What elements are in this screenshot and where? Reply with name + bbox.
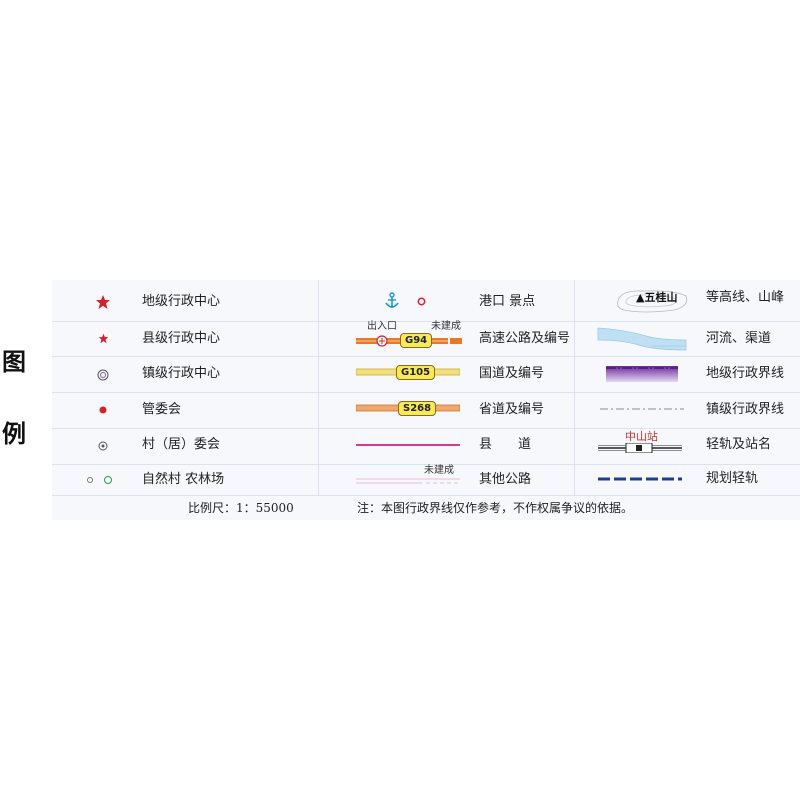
route-badge-g94: G94 — [400, 333, 433, 348]
disclaimer-note: 注：本图行政界线仅作参考，不作权属争议的依据。 — [357, 501, 634, 515]
legend-label: 其他公路 — [479, 472, 532, 487]
river-symbol — [597, 327, 687, 351]
legend-label: 自然村 农林场 — [142, 472, 225, 487]
legend-label: 等高线、山峰 — [706, 290, 785, 305]
legend-label: 河流、渠道 — [706, 331, 772, 346]
route-badge-s268: S268 — [398, 401, 437, 416]
legend-label: 县 道 — [479, 437, 532, 452]
planned-light-rail-symbol — [598, 477, 682, 481]
interchange-note: 出入口 — [367, 321, 397, 332]
legend-label: 国道及编号 — [479, 366, 545, 381]
legend-label: 地级行政界线 — [706, 366, 785, 381]
star-large-icon — [96, 295, 110, 309]
legend-title: 图 例 — [0, 280, 52, 520]
row-divider — [52, 321, 800, 322]
legend-label: 规划轻轨 — [706, 471, 759, 486]
peak-label: ▲五桂山 — [636, 291, 678, 304]
star-small-icon — [98, 333, 109, 344]
legend-label: 高速公路及编号 — [479, 331, 571, 346]
legend-title-char: 例 — [2, 420, 26, 448]
other-road-symbol — [356, 478, 460, 484]
double-circle-icon — [97, 369, 109, 381]
route-badge-g105: G105 — [396, 365, 436, 380]
county-road-symbol — [356, 444, 460, 446]
legend-label: 省道及编号 — [479, 402, 545, 417]
map-legend: 图 例 地级行政中心 县级行政中心 镇级行政中心 管委会 村（居）委会 自然村 … — [0, 280, 800, 520]
legend-label: 镇级行政中心 — [142, 366, 221, 381]
legend-label: 管委会 — [142, 402, 182, 417]
row-divider — [52, 428, 800, 429]
legend-label: 轻轨及站名 — [706, 437, 772, 452]
column-divider — [574, 280, 575, 495]
town-boundary-symbol — [600, 408, 684, 410]
dotted-circle-icon — [98, 441, 108, 451]
row-divider — [52, 495, 800, 496]
legend-label: 镇级行政界线 — [706, 402, 785, 417]
scenic-spot-icon — [417, 297, 426, 306]
anchor-icon — [385, 292, 399, 308]
legend-title-char: 图 — [2, 348, 26, 376]
station-label: 中山站 — [625, 430, 658, 443]
legend-label: 县级行政中心 — [142, 331, 221, 346]
row-divider — [52, 392, 800, 393]
row-divider — [52, 356, 800, 357]
red-dot-icon — [99, 406, 107, 414]
legend-label: 地级行政中心 — [142, 294, 221, 309]
unbuilt-note: 未建成 — [431, 321, 461, 332]
small-circles-icon — [87, 476, 112, 484]
legend-label: 村（居）委会 — [142, 437, 221, 452]
column-divider — [318, 280, 319, 495]
legend-label: 港口 景点 — [479, 294, 536, 309]
light-rail-symbol — [598, 443, 682, 453]
unbuilt-note: 未建成 — [424, 465, 454, 476]
scale-text: 比例尺：1：55000 — [188, 501, 294, 515]
prefecture-boundary-symbol — [606, 366, 678, 382]
